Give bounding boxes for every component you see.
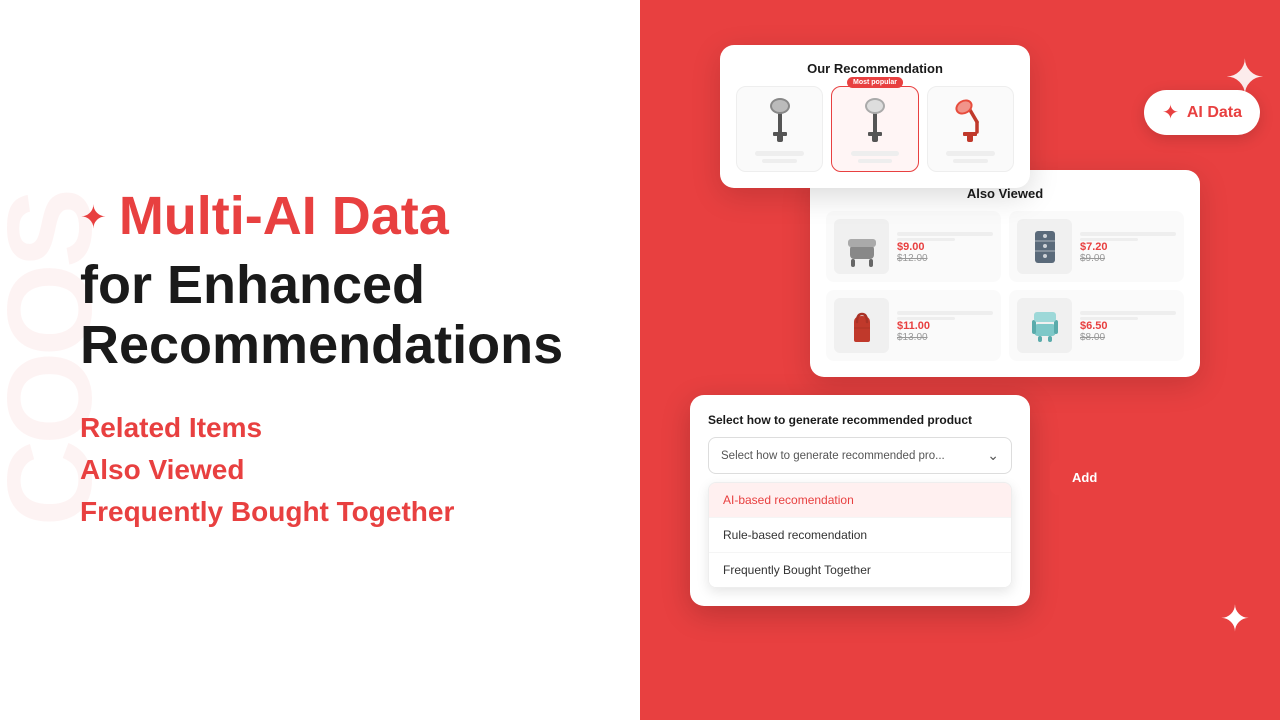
price-bar-3 [946,151,995,156]
price-bar-short-1 [762,159,797,163]
most-popular-badge: Most popular [847,77,903,88]
av-price-armchair: $6.50 [1080,320,1176,332]
av-item-armchair: $6.50 $8.00 [1009,290,1184,361]
main-title-black: for Enhanced Recommendations [80,256,580,375]
lamp-icon-2 [850,95,900,145]
also-viewed-card: Also Viewed $9.00 [810,170,1200,377]
ai-bubble-text: AI Data [1187,104,1242,122]
feature-item-3: Frequently Bought Together [80,491,580,533]
av-img-chair [834,219,889,274]
dropdown-option-fbt[interactable]: Frequently Bought Together [709,553,1011,587]
ai-bubble: ✦ AI Data [1144,90,1260,135]
price-bar-2 [851,151,900,156]
av-price-bag: $11.00 [897,320,993,332]
add-button[interactable]: Add [1050,460,1119,495]
av-price-old-armchair: $8.00 [1080,332,1176,343]
page-wrapper: COOS ✦ Multi-AI Data for Enhanced Recomm… [0,0,1280,720]
also-viewed-title: Also Viewed [826,186,1184,201]
dropdown-label: Select how to generate recommended produ… [708,413,1012,427]
dropdown-placeholder: Select how to generate recommended pro..… [721,450,945,462]
feature-item-1: Related Items [80,407,580,449]
av-price-old-chair: $12.00 [897,253,993,264]
bottom-sparkle-icon: ✦ [1220,598,1250,640]
av-bar-bag-1 [897,311,993,315]
feature-item-2: Also Viewed [80,449,580,491]
dropdown-option-ai[interactable]: AI-based recomendation [709,483,1011,518]
av-bar-cabinet-1 [1080,232,1176,236]
rec-card-title: Our Recommendation [736,61,1014,76]
price-bar-short-3 [953,159,988,163]
recommendation-card: Our Recommendation [720,45,1030,188]
dropdown-select[interactable]: Select how to generate recommended pro..… [708,437,1012,474]
av-price-old-bag: $13.00 [897,332,993,343]
av-item-bag: $11.00 $13.00 [826,290,1001,361]
price-bar-1 [755,151,804,156]
av-item-chair: $9.00 $12.00 [826,211,1001,282]
rec-item-2: Most popular [831,86,918,172]
lamp-icon-3 [945,95,995,145]
rec-item-3 [927,86,1014,172]
av-img-bag [834,298,889,353]
av-price-chair: $9.00 [897,241,993,253]
av-price-old-cabinet: $9.00 [1080,253,1176,264]
also-viewed-grid: $9.00 $12.00 [826,211,1184,361]
av-item-info-cabinet: $7.20 $9.00 [1080,229,1176,264]
av-img-armchair [1017,298,1072,353]
av-item-cabinet: $7.20 $9.00 [1009,211,1184,282]
dropdown-panel: Select how to generate recommended produ… [690,395,1030,606]
lamp-icon-1 [755,95,805,145]
av-bar-chair-1 [897,232,993,236]
av-price-cabinet: $7.20 [1080,241,1176,253]
left-section: COOS ✦ Multi-AI Data for Enhanced Recomm… [0,0,640,720]
price-bar-short-2 [858,159,893,163]
rec-items-row: Most popular [736,86,1014,172]
right-section: ✦ AI Data Our Recommendation [640,0,1280,720]
heading-row: ✦ Multi-AI Data [80,187,580,246]
av-item-info-chair: $9.00 $12.00 [897,229,993,264]
av-item-info-armchair: $6.50 $8.00 [1080,308,1176,343]
dropdown-option-rule[interactable]: Rule-based recomendation [709,518,1011,553]
av-bar-armchair-1 [1080,311,1176,315]
chevron-down-icon: ⌄ [987,447,999,464]
av-item-info-bag: $11.00 $13.00 [897,308,993,343]
feature-list: Related Items Also Viewed Frequently Bou… [80,407,580,533]
av-img-cabinet [1017,219,1072,274]
dropdown-options: AI-based recomendation Rule-based recome… [708,482,1012,588]
rec-item-1 [736,86,823,172]
main-title-colored: Multi-AI Data [119,187,449,246]
spark-icon: ✦ [80,198,107,236]
ai-bubble-spark: ✦ [1162,100,1179,125]
